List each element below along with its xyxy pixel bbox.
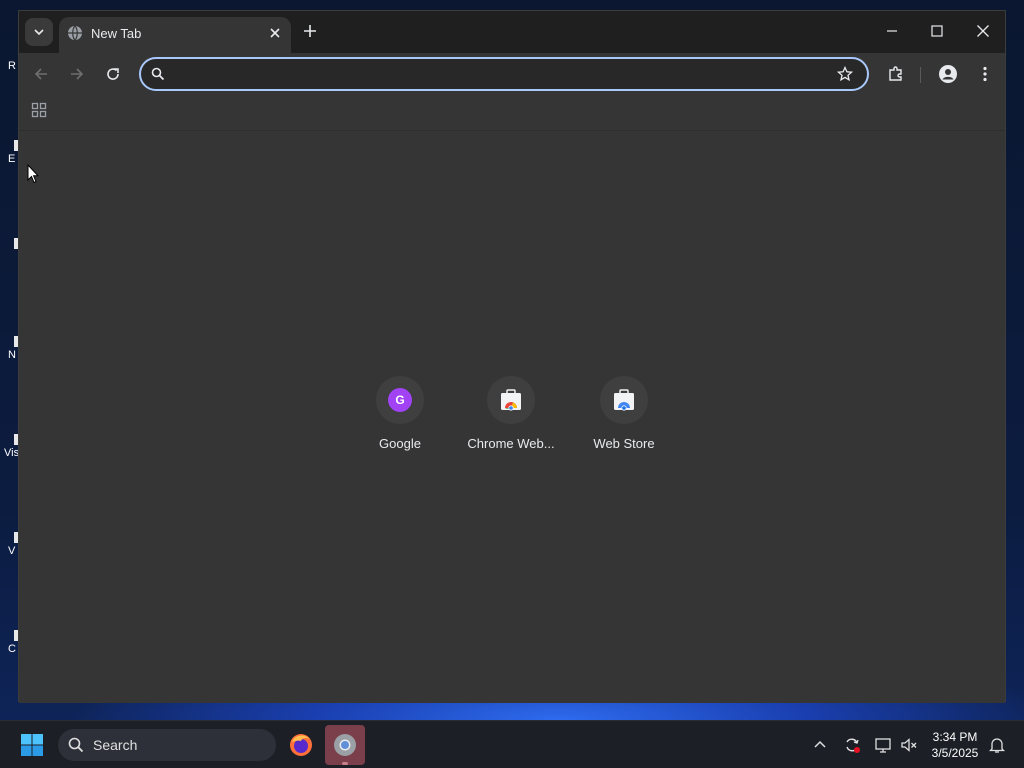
minimize-icon[interactable]	[882, 21, 902, 41]
search-icon	[151, 67, 165, 81]
mouse-cursor-icon	[27, 164, 39, 184]
shortcut-label: Web Store	[593, 436, 655, 451]
address-input[interactable]	[175, 63, 815, 85]
reload-icon[interactable]	[103, 64, 123, 84]
tab-strip: New Tab	[19, 11, 1005, 53]
tab-search-button[interactable]	[25, 18, 53, 46]
toolbar-divider	[920, 67, 921, 83]
toolbar	[19, 53, 1005, 95]
shortcut-label: Google	[379, 436, 421, 451]
taskbar: Search 3:34 PM 3/5/2025	[0, 720, 1024, 768]
tab-new-tab[interactable]: New Tab	[59, 17, 291, 53]
desktop-icon[interactable]: N	[0, 336, 20, 361]
taskbar-chrome[interactable]	[325, 725, 365, 765]
windows-start-icon[interactable]	[20, 733, 44, 757]
kebab-menu-icon[interactable]	[975, 64, 995, 84]
profile-avatar-icon[interactable]	[938, 64, 958, 84]
chrome-icon	[334, 734, 356, 756]
bookmarks-bar	[19, 95, 1005, 131]
desktop-icon[interactable]: V	[0, 532, 20, 557]
tab-title: New Tab	[91, 26, 142, 41]
taskbar-search-box[interactable]: Search	[58, 729, 276, 761]
shortcut-tile	[487, 376, 535, 424]
notification-bell-icon[interactable]	[987, 735, 1007, 755]
close-window-icon[interactable]	[973, 21, 993, 41]
shortcut-tile	[600, 376, 648, 424]
network-icon[interactable]	[874, 735, 894, 755]
shortcut-google[interactable]: G Google	[344, 372, 456, 462]
desktop-icon[interactable]	[0, 238, 20, 249]
chevron-up-icon[interactable]	[810, 735, 830, 755]
back-arrow-icon[interactable]	[31, 64, 51, 84]
desktop-icon[interactable]: E	[0, 140, 20, 165]
search-icon	[68, 737, 84, 753]
volume-muted-icon[interactable]	[899, 735, 919, 755]
globe-icon	[68, 25, 82, 41]
address-bar[interactable]	[139, 57, 869, 91]
clock-time: 3:34 PM	[932, 730, 978, 744]
shortcut-web-store[interactable]: Web Store	[568, 372, 680, 462]
bookmark-star-icon[interactable]	[837, 66, 853, 82]
shortcut-chrome-web-store[interactable]: Chrome Web...	[455, 372, 567, 462]
desktop-icon[interactable]: C	[0, 630, 20, 655]
clock-date: 3/5/2025	[931, 746, 979, 760]
active-app-indicator	[342, 762, 348, 765]
chevron-down-icon	[34, 29, 44, 36]
desktop-icon[interactable]: R	[0, 58, 20, 72]
maximize-icon[interactable]	[927, 21, 947, 41]
sync-icon[interactable]	[842, 735, 862, 755]
shortcut-tile: G	[376, 376, 424, 424]
forward-arrow-icon[interactable]	[67, 64, 87, 84]
browser-window: New Tab G Google Chrome Web... Web Store	[18, 10, 1006, 703]
taskbar-search-label: Search	[93, 737, 138, 753]
google-letter-icon: G	[388, 388, 412, 412]
close-tab-icon[interactable]	[267, 25, 283, 41]
firefox-icon	[290, 734, 312, 756]
extensions-puzzle-icon[interactable]	[886, 64, 906, 84]
system-clock[interactable]: 3:34 PM 3/5/2025	[924, 729, 986, 761]
new-tab-page: G Google Chrome Web... Web Store	[19, 132, 1005, 703]
apps-grid-icon[interactable]	[31, 102, 47, 118]
shortcut-label: Chrome Web...	[467, 436, 555, 451]
taskbar-firefox[interactable]	[281, 725, 321, 765]
new-tab-plus-icon[interactable]	[300, 21, 320, 41]
web-store-icon	[614, 389, 634, 411]
chrome-web-store-icon	[501, 389, 521, 411]
desktop-icon[interactable]: Vis	[0, 434, 20, 459]
